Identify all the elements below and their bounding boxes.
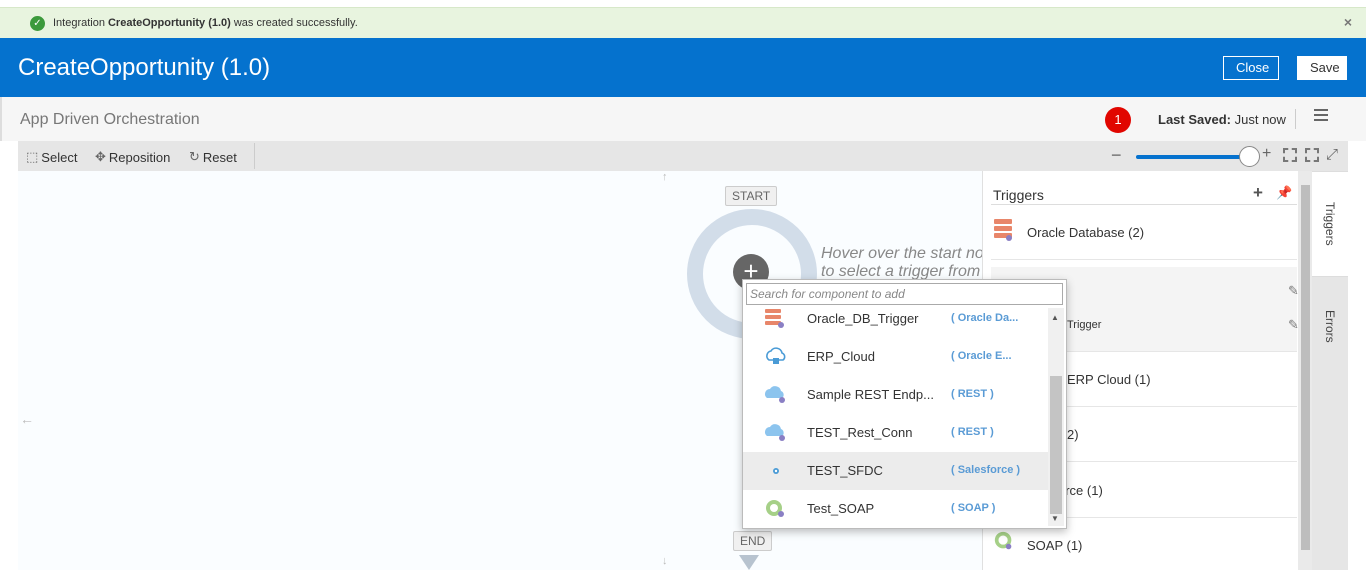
last-saved-value: Just now xyxy=(1234,112,1286,127)
edit-pencil-icon[interactable]: ✎ xyxy=(1288,317,1298,333)
rest-cloud-icon xyxy=(765,424,785,441)
component-type: ( Oracle Da... xyxy=(951,312,1019,324)
dropdown-scrollbar-thumb[interactable] xyxy=(1050,376,1062,514)
move-arrows-icon: ✥ xyxy=(95,149,106,164)
component-type: ( REST ) xyxy=(951,388,994,400)
tab-triggers[interactable]: Triggers xyxy=(1312,171,1348,277)
component-type: ( Salesforce ) xyxy=(951,464,1021,476)
soap-icon xyxy=(766,500,784,517)
zoom-in-icon[interactable]: + xyxy=(1262,145,1271,163)
panel-title: Triggers xyxy=(993,187,1044,203)
expand-icon[interactable]: ⤢ xyxy=(1326,146,1338,163)
list-item[interactable]: TEST_Rest_Conn ( REST ) xyxy=(743,414,1049,452)
reset-tool-label: Reset xyxy=(202,149,237,165)
reposition-tool-label: Reposition xyxy=(108,149,171,165)
divider xyxy=(1295,109,1296,129)
canvas-hint: Hover over the start no to select a trig… xyxy=(821,245,982,281)
integration-title: CreateOpportunity (1.0) xyxy=(18,54,271,81)
trigger-item-label: Trigger xyxy=(1067,319,1102,331)
notification-prefix: Integration xyxy=(53,17,105,29)
component-name: Oracle_DB_Trigger xyxy=(807,311,919,326)
trigger-item-label: 2) xyxy=(1067,427,1079,442)
toolbar-divider xyxy=(254,143,255,169)
end-node-label: END xyxy=(733,531,773,551)
save-button[interactable]: Save xyxy=(1297,56,1347,80)
salesforce-icon xyxy=(773,468,779,474)
erp-cloud-icon xyxy=(766,347,786,364)
select-tool-label: Select xyxy=(41,149,78,165)
down-flow-arrow-icon xyxy=(739,555,759,570)
dropdown-scrollbar[interactable]: ▲ ▼ xyxy=(1048,308,1064,526)
trigger-item-oracle-database[interactable]: Oracle Database (2) xyxy=(991,205,1297,260)
reposition-tool-button[interactable]: ✥ Reposition xyxy=(95,149,170,165)
zoom-selection-icon[interactable] xyxy=(1305,148,1319,162)
trigger-item-label: ERP Cloud (1) xyxy=(1067,372,1151,387)
reset-tool-button[interactable]: ↻ Reset xyxy=(189,149,237,165)
scroll-up-arrow-icon[interactable]: ▲ xyxy=(1051,313,1059,322)
error-count-badge[interactable]: 1 xyxy=(1105,107,1131,133)
close-button[interactable]: Close xyxy=(1223,56,1279,80)
panel-scrollbar[interactable] xyxy=(1298,171,1312,570)
pan-left-arrow-icon[interactable]: ← xyxy=(20,411,34,427)
integration-header: CreateOpportunity (1.0) Close Save xyxy=(0,38,1366,97)
success-notification: ✓ Integration CreateOpportunity (1.0) wa… xyxy=(0,7,1366,38)
component-type: ( REST ) xyxy=(951,426,994,438)
component-name: ERP_Cloud xyxy=(807,349,875,364)
component-name: Test_SOAP xyxy=(807,501,875,516)
component-type: ( Oracle E... xyxy=(951,350,1012,362)
side-tabs: Triggers Errors xyxy=(1312,171,1348,570)
database-icon xyxy=(765,309,784,328)
notification-integration-name: CreateOpportunity (1.0) xyxy=(107,17,231,29)
list-item[interactable]: Sample REST Endp... ( REST ) xyxy=(743,376,1049,414)
pin-icon[interactable]: 📌 xyxy=(1276,185,1292,201)
last-saved: Last Saved: Just now xyxy=(1158,112,1286,127)
canvas-toolbar: ⬚ Select ✥ Reposition ↻ Reset − + ⤢ xyxy=(18,141,1348,171)
select-marquee-icon: ⬚ xyxy=(26,149,39,164)
hamburger-menu-icon[interactable] xyxy=(1314,109,1328,123)
soap-icon xyxy=(994,531,1012,550)
tab-triggers-label: Triggers xyxy=(1323,202,1337,246)
component-picker-dropdown: Oracle_DB_Trigger ( Oracle Da... ERP_Clo… xyxy=(742,279,1067,529)
panel-scrollbar-thumb[interactable] xyxy=(1301,185,1310,550)
list-item[interactable]: Oracle_DB_Trigger ( Oracle Da... xyxy=(743,300,1049,338)
component-type: ( SOAP ) xyxy=(951,502,996,514)
notification-suffix: was created successfully. xyxy=(233,17,358,29)
pan-up-arrow-icon[interactable]: ↑ xyxy=(662,171,668,183)
component-name: TEST_Rest_Conn xyxy=(807,425,913,440)
zoom-slider-track[interactable] xyxy=(1136,155,1250,159)
notification-close-button[interactable]: × xyxy=(1344,14,1352,30)
list-item[interactable]: Test_SOAP ( SOAP ) xyxy=(743,490,1049,528)
hint-line-1: Hover over the start no xyxy=(821,245,982,262)
component-name: TEST_SFDC xyxy=(807,463,883,478)
subheader: App Driven Orchestration 1 Last Saved: J… xyxy=(0,97,1366,141)
zoom-out-icon[interactable]: − xyxy=(1111,145,1122,166)
trigger-item-label: Oracle Database (2) xyxy=(1027,225,1145,240)
zoom-slider-handle[interactable] xyxy=(1239,146,1260,167)
fit-to-screen-icon[interactable] xyxy=(1283,148,1297,162)
tab-errors[interactable]: Errors xyxy=(1312,281,1348,371)
database-icon xyxy=(994,219,1012,241)
component-name: Sample REST Endp... xyxy=(807,387,934,402)
trigger-item-label: SOAP (1) xyxy=(1027,538,1083,553)
last-saved-label: Last Saved: xyxy=(1158,112,1231,127)
list-item[interactable]: TEST_SFDC ( Salesforce ) xyxy=(743,452,1049,490)
add-icon[interactable]: + xyxy=(1253,183,1263,203)
pattern-label: App Driven Orchestration xyxy=(20,111,200,128)
edit-pencil-icon[interactable]: ✎ xyxy=(1288,283,1298,299)
reset-icon: ↻ xyxy=(189,149,200,164)
check-circle-icon: ✓ xyxy=(30,15,45,31)
start-node-label: START xyxy=(725,186,778,206)
list-item[interactable]: ERP_Cloud ( Oracle E... xyxy=(743,338,1049,376)
tab-errors-label: Errors xyxy=(1323,309,1337,343)
scroll-down-arrow-icon[interactable]: ▼ xyxy=(1051,514,1059,523)
pan-down-arrow-icon[interactable]: ↓ xyxy=(662,555,668,567)
select-tool-button[interactable]: ⬚ Select xyxy=(26,149,77,165)
rest-cloud-icon xyxy=(765,386,785,403)
